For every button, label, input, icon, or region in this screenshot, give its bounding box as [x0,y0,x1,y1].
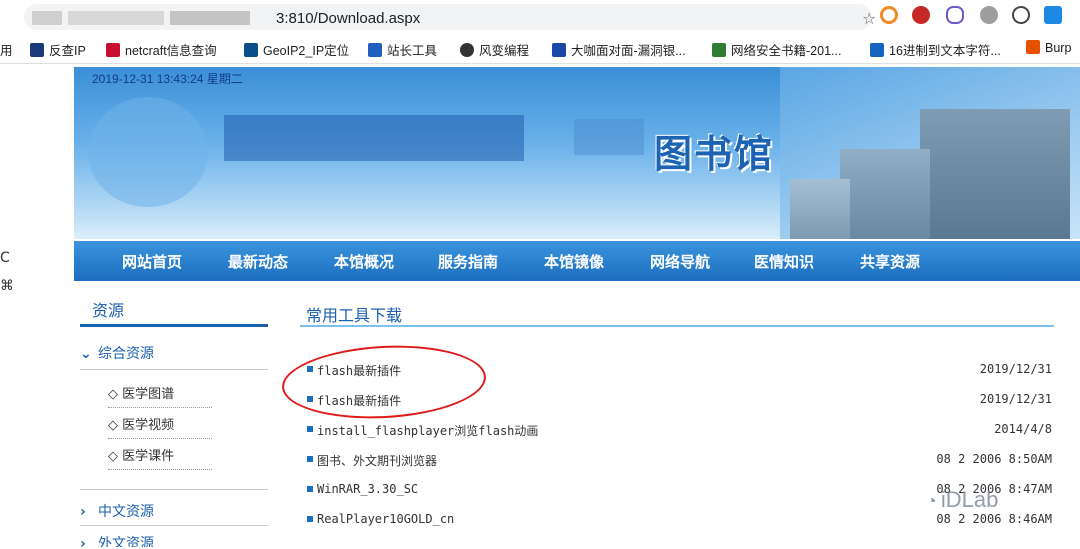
category-foreign[interactable]: › 外文资源 [80,533,268,547]
datetime-text: 2019-12-31 13:43:24 星期二 [92,72,243,86]
site-banner: 2019-12-31 13:43:24 星期二 图书馆 [74,67,1080,239]
library-page: 2019-12-31 13:43:24 星期二 图书馆 网站首页 最新动态 本馆… [74,67,1080,549]
library-title: 图书馆 [654,132,775,176]
blurred-logo [88,97,208,207]
extension-icon[interactable] [880,6,898,24]
download-link[interactable]: 图书、外文期刊浏览器 [317,452,437,469]
wechat-icon: ◔ [926,491,937,511]
blurred-site-name [224,115,524,161]
download-row[interactable]: RealPlayer10GOLD_cn 08 2 2006 8:46AM [300,510,1052,532]
download-row[interactable]: 图书、外文期刊浏览器 08 2 2006 8:50AM [300,450,1052,472]
bookmark-item[interactable]: 网络安全书籍-201... [712,40,841,59]
nav-home[interactable]: 网站首页 [122,251,182,272]
bookmark-item[interactable]: GeoIP2_IP定位 [244,40,349,59]
address-bar[interactable]: 3:810/Download.aspx ☆ [24,4,876,30]
category-divider [80,369,268,370]
left-edge-fragment: C [0,250,10,266]
nav-services[interactable]: 服务指南 [438,251,498,272]
bookmark-item[interactable]: 大咖面对面-漏洞银... [552,40,686,59]
blurred-site-name [574,119,644,155]
sidebar-item-atlas[interactable]: ◇ 医学图谱 [108,383,212,408]
bookmark-item[interactable]: 16进制到文本字符... [870,40,1001,59]
bookmark-favicon-icon [30,43,44,57]
url-text: 3:810/Download.aspx [276,10,421,27]
bookmark-favicon-icon [712,43,726,57]
bookmark-favicon-icon [106,43,120,57]
nav-medical[interactable]: 医情知识 [754,251,814,272]
extension-icon[interactable] [980,6,998,24]
bookmark-item[interactable]: 用 [0,40,13,59]
cloud-extension-icon[interactable] [946,6,964,24]
download-row[interactable]: install_flashplayer浏览flash动画 2014/4/8 [300,420,1052,442]
bookmark-star-icon[interactable]: ☆ [862,9,876,28]
download-date: 2019/12/31 [979,362,1052,376]
chevron-down-icon: ⌄ [80,346,92,362]
nav-mirror[interactable]: 本馆镜像 [544,251,604,272]
sidebar: 资源 ⌄ 综合资源 ◇ 医学图谱 ◇ 医学视频 ◇ 医学课件 › 中文资源 › 外文资… [80,289,268,549]
bookmarks-bar: 用 反查IP netcraft信息查询 GeoIP2_IP定位 站长工具 风变编… [0,34,1080,64]
download-date: 2014/4/8 [994,422,1052,436]
downloads-divider [300,325,1054,327]
category-general[interactable]: ⌄ 综合资源 [80,343,268,363]
building-image [840,149,930,239]
bookmark-item[interactable]: Burp [1026,40,1071,55]
nav-shared[interactable]: 共享资源 [860,251,920,272]
sidebar-item-video[interactable]: ◇ 医学视频 [108,414,212,439]
main-nav: 网站首页 最新动态 本馆概况 服务指南 本馆镜像 网络导航 医情知识 共享资源 [74,241,1080,281]
downloads-title: 常用工具下载 [306,306,403,325]
download-link[interactable]: install_flashplayer浏览flash动画 [317,422,538,439]
bookmark-item[interactable]: 站长工具 [368,40,437,59]
bullet-icon [307,516,313,522]
download-date: 2019/12/31 [979,392,1052,406]
bookmark-favicon-icon [460,43,474,57]
left-edge-fragment: ⌘ [0,278,14,294]
bookmark-favicon-icon [552,43,566,57]
bullet-icon [307,456,313,462]
sidebar-item-courseware[interactable]: ◇ 医学课件 [108,445,212,470]
browser-toolbar: 3:810/Download.aspx ☆ [0,0,1080,34]
extension-icon[interactable] [1044,6,1062,24]
chevron-right-icon: › [80,536,86,547]
chevron-right-icon: › [80,504,86,520]
nav-links[interactable]: 网络导航 [650,251,710,272]
sidebar-title: 资源 [92,301,125,320]
bookmark-item[interactable]: 反查IP [30,40,86,59]
blurred-url-segment [32,11,62,25]
bookmark-favicon-icon [1026,40,1040,54]
bullet-icon [307,426,313,432]
building-image [920,109,1070,239]
download-date: 08 2 2006 8:46AM [936,512,1052,526]
extension-icon[interactable] [912,6,930,24]
bullet-icon [307,486,313,492]
category-divider [80,525,268,526]
category-divider [80,489,268,490]
bookmark-favicon-icon [368,43,382,57]
blurred-url-segment [170,11,250,25]
nav-news[interactable]: 最新动态 [228,251,288,272]
category-chinese[interactable]: › 中文资源 [80,501,268,521]
watermark: ◔ iDLab [926,487,999,512]
blurred-url-segment [68,11,164,25]
download-link[interactable]: RealPlayer10GOLD_cn [317,512,454,526]
download-link[interactable]: WinRAR_3.30_SC [317,482,418,496]
bookmark-item[interactable]: netcraft信息查询 [106,40,217,59]
extension-icon[interactable] [1012,6,1030,24]
bookmark-favicon-icon [870,43,884,57]
bookmark-item[interactable]: 风变编程 [460,40,529,59]
download-date: 08 2 2006 8:50AM [936,452,1052,466]
building-image [790,179,850,239]
bookmark-favicon-icon [244,43,258,57]
sidebar-divider [80,324,268,327]
nav-about[interactable]: 本馆概况 [334,251,394,272]
